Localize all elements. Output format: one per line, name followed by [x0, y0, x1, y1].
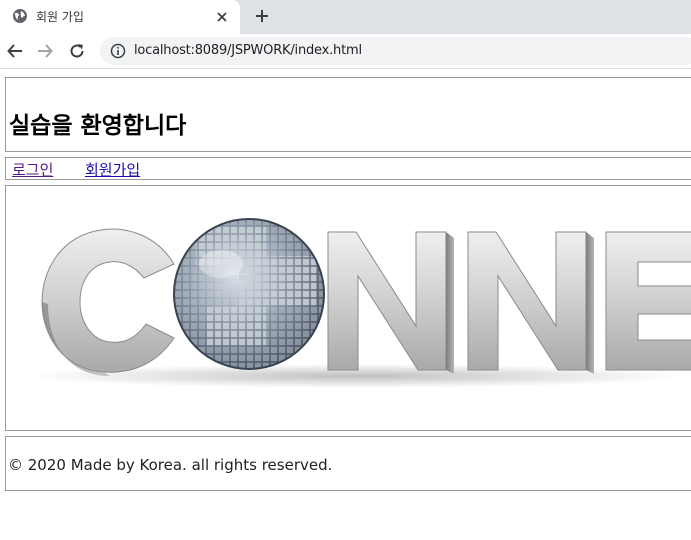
tab-strip: 회원 가입 — [0, 0, 691, 34]
address-bar[interactable]: localhost:8089/JSPWORK/index.html — [100, 37, 691, 65]
reload-icon[interactable] — [68, 42, 86, 60]
back-arrow-icon[interactable] — [6, 42, 24, 60]
footer-section: © 2020 Made by Korea. all rights reserve… — [5, 436, 691, 491]
copyright-text: © 2020 Made by Korea. all rights reserve… — [8, 456, 333, 474]
connect-banner-graphic — [26, 218, 691, 388]
page-content: 실습을 환영합니다 로그인 회원가입 © 2020 Made by Korea.… — [0, 69, 691, 540]
forward-arrow-icon[interactable] — [36, 42, 54, 60]
tab-title: 회원 가입 — [36, 10, 84, 24]
browser-tab[interactable]: 회원 가입 — [0, 0, 240, 34]
new-tab-plus-icon[interactable] — [254, 8, 270, 24]
close-icon[interactable] — [214, 9, 230, 25]
info-icon[interactable] — [110, 43, 126, 59]
nav-menu: 로그인 회원가입 — [5, 157, 691, 180]
signup-link[interactable]: 회원가입 — [85, 159, 140, 180]
banner-image — [5, 185, 691, 431]
login-link[interactable]: 로그인 — [12, 159, 53, 180]
page-title: 실습을 환영합니다 — [9, 113, 187, 139]
browser-toolbar: localhost:8089/JSPWORK/index.html — [0, 34, 691, 69]
header-section: 실습을 환영합니다 — [5, 77, 691, 152]
globe-icon — [13, 9, 27, 23]
url-text[interactable]: localhost:8089/JSPWORK/index.html — [134, 43, 362, 58]
